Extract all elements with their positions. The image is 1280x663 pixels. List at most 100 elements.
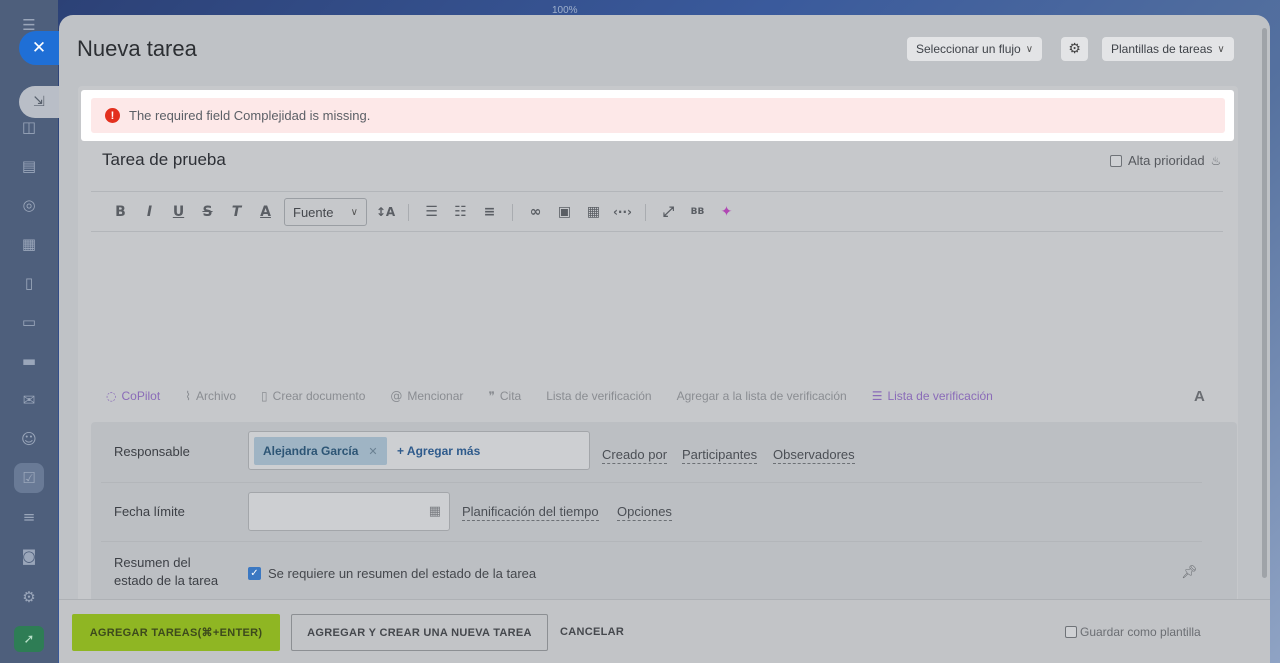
high-priority-toggle[interactable]: Alta prioridad ♨ — [1110, 153, 1221, 168]
bbcode-icon[interactable]: BB — [683, 207, 712, 217]
mention-button[interactable]: @ Mencionar — [390, 389, 463, 403]
assignee-chip[interactable]: Alejandra García ✕ — [254, 437, 387, 465]
assignee-name: Alejandra García — [263, 444, 359, 458]
participants-link[interactable]: Participantes — [682, 447, 758, 464]
quote-icon: ❞ — [488, 389, 495, 403]
strikethrough-icon[interactable]: S — [193, 204, 222, 220]
observers-link[interactable]: Observadores — [773, 447, 855, 464]
save-as-template-checkbox[interactable] — [1065, 626, 1077, 638]
checklist-button[interactable]: Lista de verificación — [546, 389, 651, 403]
text-format-icon[interactable]: A — [1194, 388, 1205, 405]
rocket-icon[interactable]: ➚ — [14, 626, 44, 652]
options-link[interactable]: Opciones — [617, 504, 672, 521]
feed-icon[interactable]: ▤ — [14, 151, 44, 181]
minimize-icon: ⇲ — [33, 94, 45, 110]
close-icon: ✕ — [31, 38, 47, 58]
file-label: Archivo — [196, 389, 237, 403]
remove-icon[interactable]: ✕ — [368, 445, 377, 458]
underline-icon[interactable]: U — [164, 204, 193, 220]
font-select-value: Fuente — [293, 204, 334, 220]
add-and-create-new-button[interactable]: AGREGAR Y CREAR UNA NUEVA TAREA — [291, 614, 548, 651]
create-document-label: Crear documento — [272, 389, 366, 403]
ai-image-icon[interactable]: ✦ — [712, 204, 741, 220]
responsible-label: Responsable — [114, 444, 190, 459]
mention-label: Mencionar — [407, 389, 464, 403]
image-icon[interactable]: ▣ — [550, 204, 579, 220]
gear-icon[interactable]: ⚙ — [1061, 37, 1088, 61]
select-flow-button[interactable]: Seleccionar un flujo ∨ — [907, 37, 1043, 61]
time-planning-link[interactable]: Planificación del tiempo — [462, 504, 599, 521]
chat-icon[interactable]: ◫ — [14, 112, 44, 142]
close-panel-button[interactable]: ✕ — [19, 31, 59, 65]
font-select[interactable]: Fuente ∨ — [284, 198, 367, 226]
app-sidebar: ☰ ✕ ⇲ ◫ ▤ ◎ ▦ ▯ ▭ ▬ ✉ ☺ ☑ ≡ ◙ ⚙ ➚ — [0, 0, 59, 663]
filter-icon[interactable]: ≡ — [14, 502, 44, 532]
summary-label: Resumen del estado de la tarea — [114, 554, 218, 590]
italic-icon[interactable]: I — [135, 204, 164, 220]
table-icon[interactable]: ▦ — [579, 204, 608, 220]
settings-icon[interactable]: ⚙ — [14, 582, 44, 612]
summary-required-toggle[interactable]: ✓ Se requiere un resumen del estado de l… — [248, 566, 536, 581]
add-to-checklist-button[interactable]: Agregar a la lista de verificación — [677, 389, 847, 403]
divider — [91, 191, 1223, 192]
toolbar-separator — [408, 203, 409, 221]
quote-button[interactable]: ❞ Cita — [488, 389, 521, 403]
align-icon[interactable]: ≡ — [475, 204, 504, 220]
bold-icon[interactable]: B — [106, 204, 135, 220]
task-templates-label: Plantillas de tareas — [1111, 42, 1213, 56]
text-color-icon[interactable]: A — [251, 204, 280, 220]
error-message: The required field Complejidad is missin… — [129, 108, 371, 123]
copilot-icon: ◌ — [106, 389, 117, 403]
board-icon[interactable]: ▭ — [14, 307, 44, 337]
pin-icon[interactable]: 📌︎ — [1181, 565, 1198, 580]
calendar-icon[interactable]: ▦ — [14, 229, 44, 259]
save-as-template-toggle[interactable]: Guardar como plantilla — [1065, 625, 1201, 639]
add-to-checklist-label: Agregar a la lista de verificación — [676, 389, 847, 403]
link-icon[interactable]: ∞ — [521, 204, 550, 220]
contacts-icon[interactable]: ☺ — [14, 424, 44, 454]
clear-format-icon[interactable]: T — [222, 204, 251, 220]
card-icon[interactable]: ▬ — [14, 346, 44, 376]
file-button[interactable]: ⌇ Archivo — [185, 389, 236, 403]
summary-required-checkbox[interactable]: ✓ — [248, 567, 261, 580]
calendar-icon[interactable]: ▦ — [429, 504, 441, 519]
summary-required-label: Se requiere un resumen del estado de la … — [268, 566, 537, 581]
responsible-input[interactable]: Alejandra García ✕ + Agregar más — [248, 431, 590, 470]
summary-label-line-1: Resumen del — [114, 555, 191, 570]
divider — [101, 541, 1202, 542]
high-priority-label: Alta prioridad — [1128, 153, 1205, 168]
circle-icon[interactable]: ◎ — [14, 190, 44, 220]
mail-icon[interactable]: ✉ — [14, 385, 44, 415]
toolbar-separator — [512, 203, 513, 221]
code-icon[interactable]: ‹··› — [608, 205, 637, 219]
fullscreen-icon[interactable]: ⤢ — [654, 204, 683, 220]
high-priority-checkbox[interactable] — [1110, 154, 1122, 167]
font-size-icon[interactable]: ↕A — [371, 205, 400, 219]
task-templates-button[interactable]: Plantillas de tareas ∨ — [1102, 37, 1234, 61]
create-document-button[interactable]: ▯ Crear documento — [261, 389, 365, 403]
error-icon: ! — [105, 108, 120, 123]
divider — [91, 231, 1223, 232]
deadline-input[interactable]: ▦ — [248, 492, 450, 531]
document-icon[interactable]: ▯ — [14, 268, 44, 298]
checklist-ai-button[interactable]: ☰ Lista de verificación — [872, 389, 993, 403]
bulleted-list-icon[interactable]: ☷ — [446, 204, 475, 220]
robot-icon[interactable]: ◙ — [14, 541, 44, 571]
chevron-down-icon: ∨ — [350, 206, 358, 218]
task-title-input[interactable]: Tarea de prueba — [102, 150, 226, 170]
add-more-link[interactable]: + Agregar más — [397, 444, 480, 458]
copilot-button[interactable]: ◌ CoPilot — [106, 389, 160, 403]
editor-toolbar: B I U S T A Fuente ∨ ↕A ☰ ☷ ≡ ∞ ▣ ▦ ‹··›… — [106, 198, 741, 226]
checklist-ai-label: Lista de verificación — [887, 389, 993, 403]
cancel-button[interactable]: CANCELAR — [560, 626, 624, 638]
tasks-icon[interactable]: ☑ — [14, 463, 44, 493]
summary-label-line-2: estado de la tarea — [114, 573, 219, 588]
add-task-button[interactable]: AGREGAR TAREAS(⌘+ENTER) — [72, 614, 280, 651]
scrollbar[interactable] — [1262, 28, 1267, 578]
checklist-label: Lista de verificación — [546, 389, 652, 403]
numbered-list-icon[interactable]: ☰ — [417, 204, 446, 220]
at-icon: @ — [390, 389, 403, 403]
created-by-link[interactable]: Creado por — [602, 447, 668, 464]
checklist-plus-icon: ☰ — [871, 389, 883, 403]
error-alert: ! The required field Complejidad is miss… — [91, 98, 1225, 133]
